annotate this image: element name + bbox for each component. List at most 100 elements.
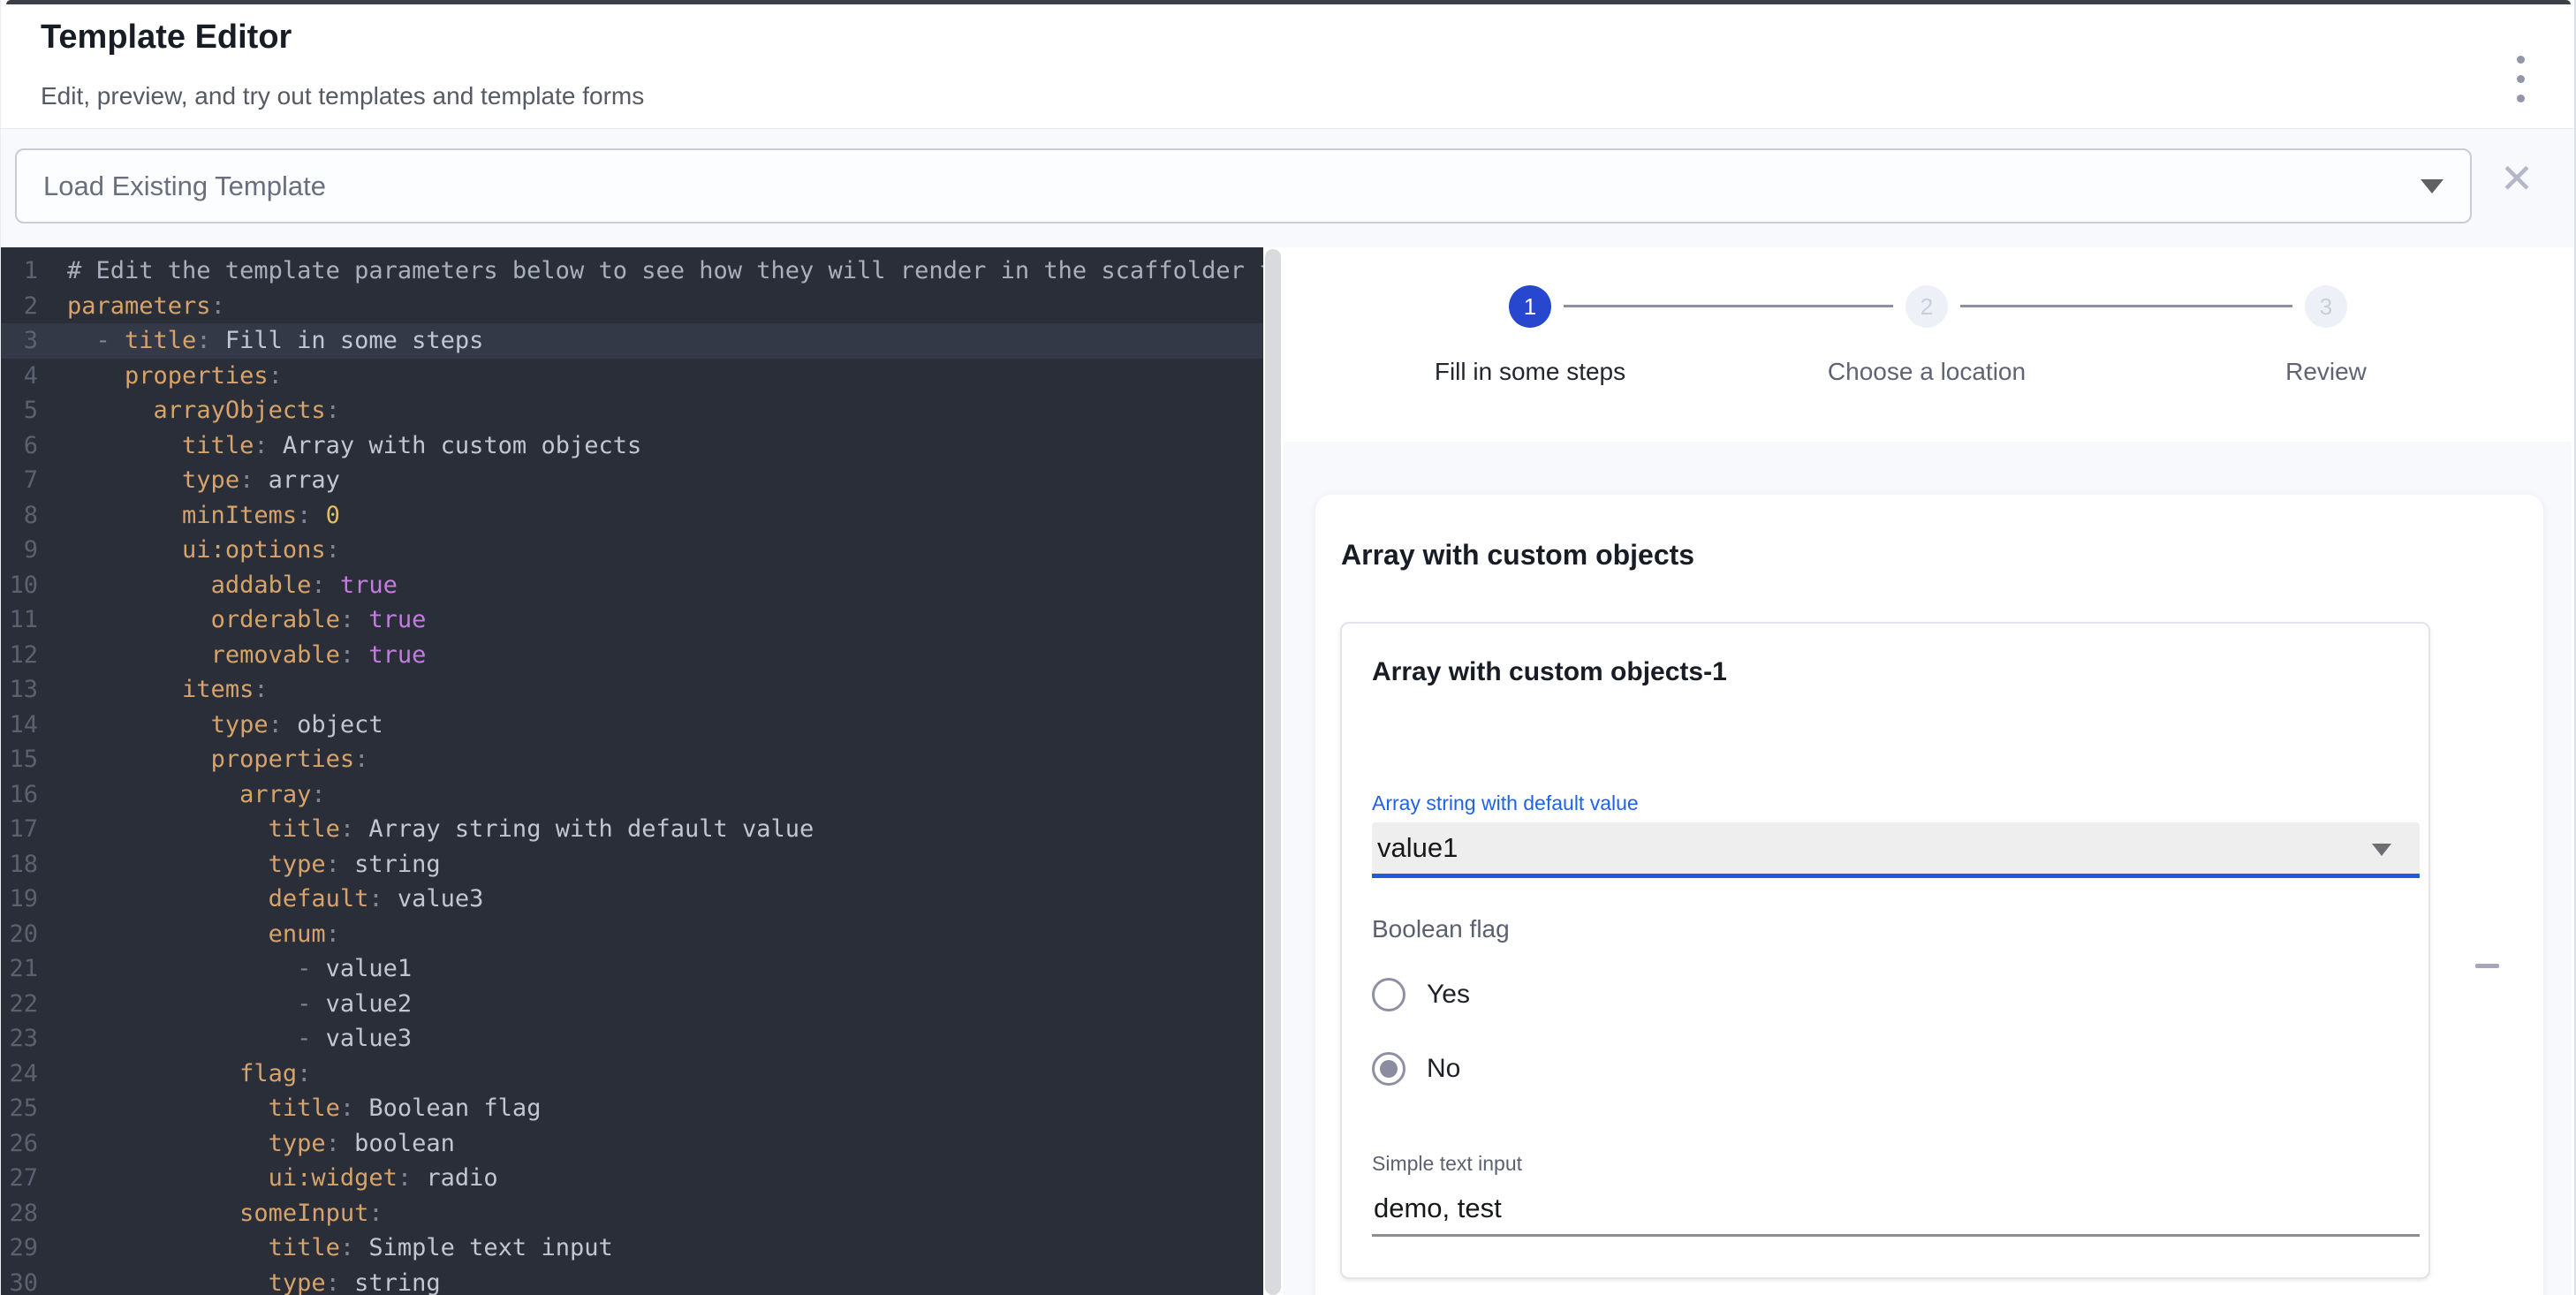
code-line[interactable]: 2parameters:	[1, 289, 1263, 324]
code-text: someInput:	[38, 1196, 383, 1231]
array-item-title: Array with custom objects-1	[1372, 657, 1727, 687]
step-card: Array with custom objects Array with cus…	[1315, 495, 2543, 1295]
load-template-placeholder: Load Existing Template	[43, 150, 326, 222]
code-line[interactable]: 28 someInput:	[1, 1196, 1263, 1231]
simple-text-input[interactable]: demo, test	[1372, 1184, 2420, 1237]
code-line[interactable]: 25 title: Boolean flag	[1, 1091, 1263, 1126]
code-text: items:	[38, 672, 269, 708]
code-line[interactable]: 3 - title: Fill in some steps	[1, 323, 1263, 359]
code-text: enum:	[38, 917, 340, 952]
code-text: title: Boolean flag	[38, 1091, 541, 1126]
code-line[interactable]: 11 orderable: true	[1, 602, 1263, 638]
code-line[interactable]: 18 type: string	[1, 847, 1263, 882]
line-number: 8	[1, 498, 38, 534]
code-line[interactable]: 30 type: string	[1, 1266, 1263, 1295]
panel-resize-handle[interactable]	[1263, 247, 1284, 1295]
step-circle-3[interactable]: 3	[2305, 285, 2347, 328]
simple-text-input-label: Simple text input	[1372, 1152, 1522, 1176]
code-line[interactable]: 9 ui:options:	[1, 533, 1263, 568]
remove-item-button[interactable]	[2466, 944, 2508, 987]
code-text: minItems: 0	[38, 498, 340, 534]
code-text: type: string	[38, 1266, 441, 1295]
line-number: 30	[1, 1266, 38, 1295]
code-line[interactable]: 22 - value2	[1, 987, 1263, 1022]
code-editor[interactable]: 1# Edit the template parameters below to…	[1, 247, 1263, 1295]
line-number: 12	[1, 638, 38, 673]
code-line[interactable]: 14 type: object	[1, 708, 1263, 743]
radio-option-label: No	[1427, 1054, 1460, 1084]
line-number: 6	[1, 428, 38, 464]
code-text: type: string	[38, 847, 441, 882]
radio-option-label: Yes	[1427, 980, 1470, 1010]
radio-option-yes[interactable]: Yes	[1372, 977, 1470, 1012]
code-text: - value2	[38, 987, 412, 1022]
code-line[interactable]: 6 title: Array with custom objects	[1, 428, 1263, 464]
code-text: parameters:	[38, 289, 225, 324]
code-text: array:	[38, 777, 326, 813]
step-circle-2[interactable]: 2	[1905, 285, 1948, 328]
line-number: 24	[1, 1056, 38, 1092]
code-text: orderable: true	[38, 602, 426, 638]
code-line[interactable]: 7 type: array	[1, 463, 1263, 498]
load-existing-template-select[interactable]: Load Existing Template	[15, 148, 2472, 223]
step-label-1[interactable]: Fill in some steps	[1371, 358, 1689, 386]
radio-circle-icon	[1372, 978, 1405, 1011]
code-line[interactable]: 24 flag:	[1, 1056, 1263, 1092]
code-line[interactable]: 29 title: Simple text input	[1, 1231, 1263, 1266]
code-text: - value1	[38, 951, 412, 987]
code-line[interactable]: 21 - value1	[1, 951, 1263, 987]
page-title: Template Editor	[41, 19, 292, 57]
line-number: 19	[1, 882, 38, 917]
step-label-3[interactable]: Review	[2167, 358, 2485, 386]
code-text: type: boolean	[38, 1126, 455, 1162]
line-number: 16	[1, 777, 38, 813]
code-text: default: value3	[38, 882, 483, 917]
code-line[interactable]: 15 properties:	[1, 742, 1263, 777]
array-item-card: Array with custom objects-1 Array string…	[1340, 622, 2430, 1279]
code-line[interactable]: 13 items:	[1, 672, 1263, 708]
code-line[interactable]: 20 enum:	[1, 917, 1263, 952]
line-number: 27	[1, 1161, 38, 1196]
line-number: 9	[1, 533, 38, 568]
code-text: title: Array string with default value	[38, 812, 814, 847]
line-number: 4	[1, 359, 38, 394]
code-text: removable: true	[38, 638, 426, 673]
array-string-select[interactable]: value1	[1372, 822, 2420, 878]
resize-handle-pill	[1265, 249, 1281, 1295]
code-line[interactable]: 4 properties:	[1, 359, 1263, 394]
code-line[interactable]: 12 removable: true	[1, 638, 1263, 673]
code-line[interactable]: 27 ui:widget: radio	[1, 1161, 1263, 1196]
step-content-zone: Array with custom objects Array with cus…	[1284, 442, 2572, 1295]
code-line[interactable]: 8 minItems: 0	[1, 498, 1263, 534]
step-connector	[1564, 305, 1893, 307]
template-editor-app: Template Editor Edit, preview, and try o…	[0, 0, 2576, 1295]
line-number: 7	[1, 463, 38, 498]
code-text: type: object	[38, 708, 383, 743]
radio-option-no[interactable]: No	[1372, 1051, 1460, 1087]
code-text: addable: true	[38, 568, 398, 603]
simple-text-input-value: demo, test	[1374, 1184, 1502, 1233]
step-label-2[interactable]: Choose a location	[1768, 358, 2086, 386]
step-circle-1[interactable]: 1	[1509, 285, 1551, 328]
code-line[interactable]: 19 default: value3	[1, 882, 1263, 917]
code-text: ui:options:	[38, 533, 340, 568]
radio-circle-icon	[1372, 1052, 1405, 1086]
line-number: 13	[1, 672, 38, 708]
code-line[interactable]: 10 addable: true	[1, 568, 1263, 603]
line-number: 14	[1, 708, 38, 743]
code-line[interactable]: 26 type: boolean	[1, 1126, 1263, 1162]
code-line[interactable]: 16 array:	[1, 777, 1263, 813]
code-line[interactable]: 23 - value3	[1, 1021, 1263, 1056]
array-string-label: Array string with default value	[1372, 791, 1639, 815]
boolean-flag-label: Boolean flag	[1372, 915, 1510, 943]
code-line[interactable]: 17 title: Array string with default valu…	[1, 812, 1263, 847]
code-line[interactable]: 5 arrayObjects:	[1, 393, 1263, 428]
line-number: 10	[1, 568, 38, 603]
line-number: 11	[1, 602, 38, 638]
line-number: 22	[1, 987, 38, 1022]
code-text: title: Array with custom objects	[38, 428, 641, 464]
clear-icon[interactable]: ✕	[2496, 157, 2538, 200]
code-line[interactable]: 1# Edit the template parameters below to…	[1, 254, 1263, 289]
kebab-menu-icon[interactable]	[2503, 45, 2538, 112]
array-string-select-value: value1	[1377, 822, 1458, 874]
